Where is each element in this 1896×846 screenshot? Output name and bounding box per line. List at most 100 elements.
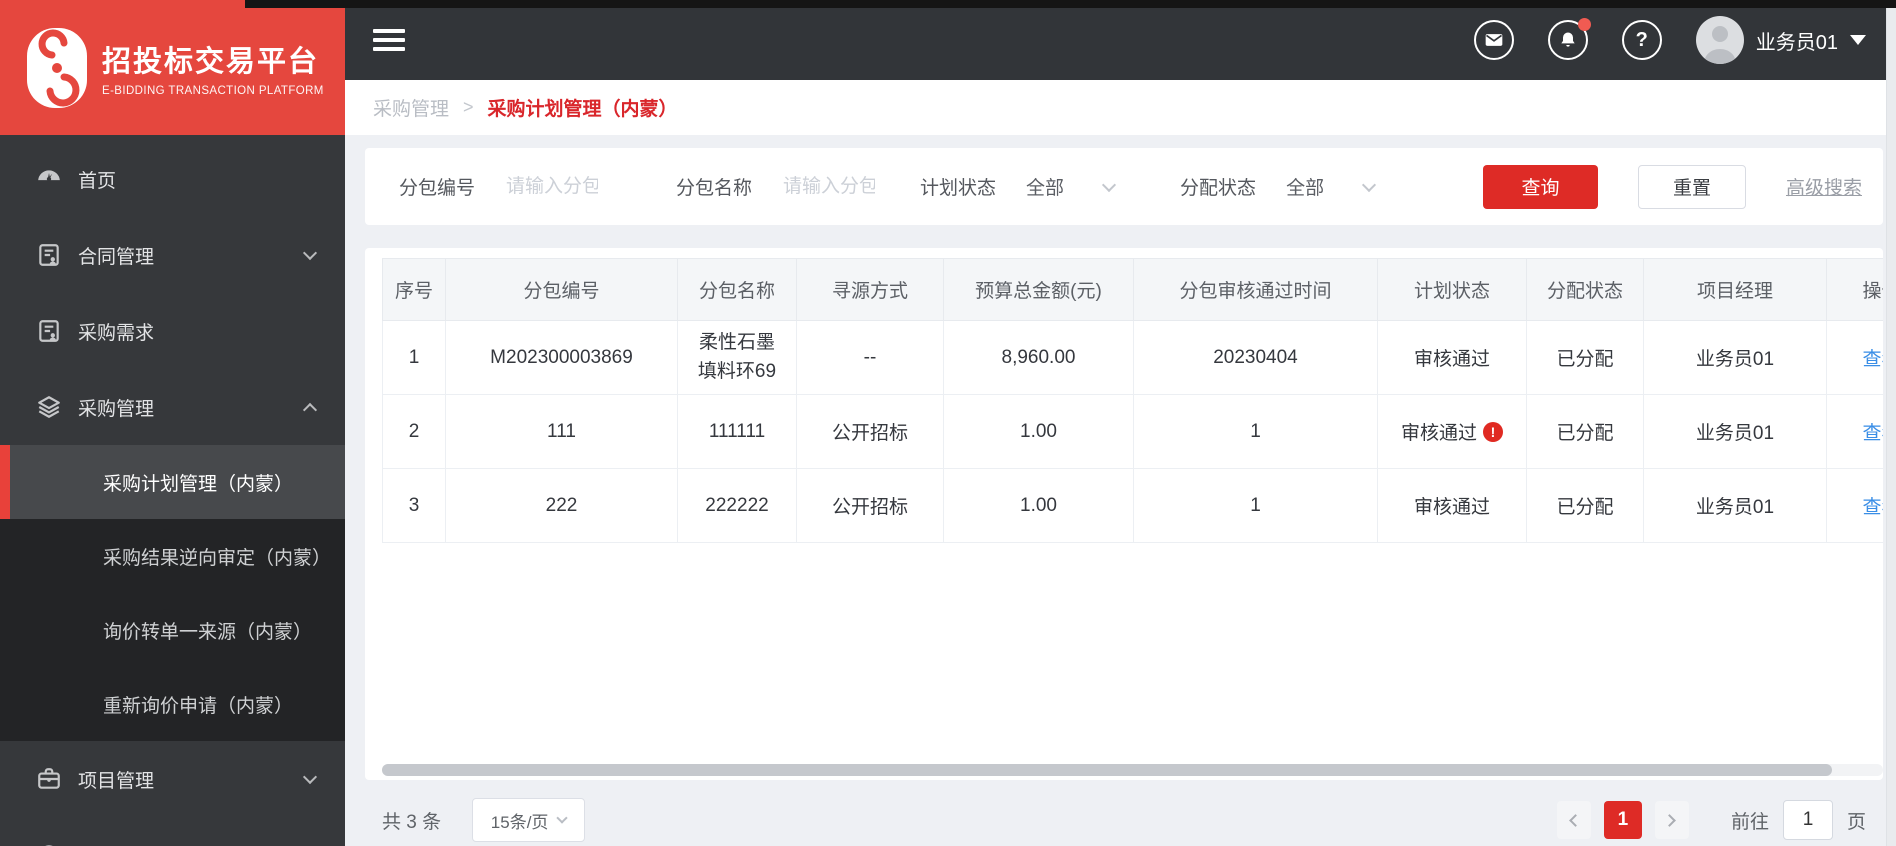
cell-plan-status: 审核通过 ! (1377, 394, 1527, 469)
table-row: 2 111 111111 公开招标 1.00 1 审核通过 ! 已分配 业务员0… (382, 394, 1883, 469)
cell-assign-status: 已分配 (1526, 394, 1644, 469)
cell-project-manager: 业务员01 (1643, 320, 1827, 395)
plan-status-select[interactable]: 全部 (1026, 173, 1144, 200)
contract-icon (39, 244, 59, 266)
view-link[interactable]: 查看 (1862, 423, 1883, 444)
sidebar-item-contracts[interactable]: 合同管理 (0, 217, 345, 293)
col-subpackage-name: 分包名称 (677, 258, 797, 321)
next-page-button[interactable] (1654, 801, 1689, 839)
col-project-manager: 项目经理 (1643, 258, 1827, 321)
search-button[interactable]: 查询 (1482, 164, 1598, 209)
sidebar-item-procurement-demand[interactable]: 采购需求 (0, 293, 345, 369)
table-row: 3 222 222222 公开招标 1.00 1 审核通过 已分配 业务员01 … (382, 468, 1883, 543)
page-1-button[interactable]: 1 (1603, 801, 1642, 839)
plan-status-label: 计划状态 (920, 178, 997, 199)
top-window-edge (245, 0, 1896, 8)
notification-button[interactable] (1547, 18, 1591, 60)
page-size-value: 15条/页 (490, 812, 549, 832)
table-row: 1 M202300003869 柔性石墨 填料环69 -- 8,960.00 2… (382, 320, 1883, 395)
reset-button[interactable]: 重置 (1637, 164, 1746, 209)
cell-review-pass-time: 20230404 (1133, 320, 1378, 395)
sidebar-subitem-inquiry-single-source[interactable]: 询价转单一来源（内蒙） (0, 593, 345, 667)
cell-subpackage-name: 111111 (677, 394, 797, 469)
breadcrumb-separator: > (463, 97, 474, 117)
person-icon (1703, 26, 1736, 64)
sidebar-subitem-re-inquiry[interactable]: 重新询价申请（内蒙） (0, 667, 345, 741)
hamburger-menu-icon[interactable] (373, 29, 405, 51)
col-assign-status: 分配状态 (1526, 258, 1644, 321)
cell-budget-total: 1.00 (943, 394, 1134, 469)
sidebar-item-label: 项目管理 (78, 770, 155, 792)
breadcrumb-parent[interactable]: 采购管理 (373, 94, 449, 121)
cell-subpackage-code: M202300003869 (445, 320, 678, 395)
view-link[interactable]: 查看 (1862, 497, 1883, 518)
cell-index: 2 (382, 394, 446, 469)
horizontal-scrollbar-thumb[interactable] (382, 764, 1832, 776)
chevron-right-icon (1663, 813, 1677, 827)
avatar (1695, 16, 1744, 64)
col-actions: 操作 (1826, 258, 1883, 321)
view-link[interactable]: 查看 (1862, 349, 1883, 370)
user-menu[interactable]: 业务员01 (1695, 16, 1866, 64)
sidebar-item-label: 合同管理 (78, 246, 155, 268)
sidebar-item-partial[interactable] (0, 817, 345, 846)
logo-mark-icon (27, 27, 87, 108)
warning-icon[interactable]: ! (1483, 421, 1503, 442)
chevron-left-icon (1569, 813, 1583, 827)
chevron-up-icon (302, 402, 318, 418)
goto-page-input[interactable] (1782, 800, 1833, 840)
sidebar-item-label: 采购管理 (78, 398, 155, 420)
subpackage-name-label: 分包名称 (676, 178, 753, 199)
envelope-icon (1485, 34, 1503, 46)
sidebar: 招投标交易平台 E-BIDDING TRANSACTION PLATFORM 首… (0, 0, 345, 846)
assign-status-value: 全部 (1286, 178, 1325, 199)
cell-plan-status: 审核通过 (1377, 468, 1527, 543)
bell-icon (1561, 32, 1575, 47)
sidebar-item-project-management[interactable]: 项目管理 (0, 741, 345, 817)
subpackage-code-label: 分包编号 (399, 178, 476, 199)
cell-sourcing-method: 公开招标 (796, 394, 944, 469)
assign-status-select[interactable]: 全部 (1286, 173, 1404, 200)
chevron-down-icon (1101, 177, 1117, 192)
question-icon: ? (1635, 28, 1648, 51)
cell-project-manager: 业务员01 (1643, 394, 1827, 469)
sidebar-item-label: 采购需求 (78, 322, 155, 344)
chevron-down-icon (556, 812, 569, 824)
pagination: 共 3 条 15条/页 1 前往 页 (365, 798, 1883, 842)
advanced-search-link[interactable]: 高级搜索 (1786, 173, 1862, 200)
briefcase-icon (38, 768, 60, 789)
status-text: 审核通过 (1400, 423, 1477, 444)
app-window: 招投标交易平台 E-BIDDING TRANSACTION PLATFORM 首… (0, 0, 1896, 846)
cell-index: 1 (382, 320, 446, 395)
table-header-row: 序号 分包编号 分包名称 寻源方式 预算总金额(元) 分包审核通过时间 计划状态… (382, 258, 1883, 321)
total-count: 共 3 条 (382, 811, 442, 833)
cell-assign-status: 已分配 (1526, 320, 1644, 395)
sidebar-item-procurement-management[interactable]: 采购管理 (0, 369, 345, 445)
procurement-submenu: 采购计划管理（内蒙） 采购结果逆向审定（内蒙） 询价转单一来源（内蒙） 重新询价… (0, 445, 345, 741)
chevron-down-icon (302, 245, 318, 261)
subpackage-code-input[interactable] (506, 175, 599, 198)
topbar: ? 业务员01 (345, 0, 1896, 80)
sidebar-item-home[interactable]: 首页 (0, 141, 345, 217)
subpackage-name-input[interactable] (783, 175, 876, 198)
results-table-card: 序号 分包编号 分包名称 寻源方式 预算总金额(元) 分包审核通过时间 计划状态… (365, 248, 1883, 780)
vertical-scrollbar[interactable] (1886, 0, 1896, 846)
page-size-select[interactable]: 15条/页 (472, 798, 586, 842)
sidebar-subitem-reverse-review[interactable]: 采购结果逆向审定（内蒙） (0, 519, 345, 593)
brand-title: 招投标交易平台 (102, 46, 320, 78)
table-viewport: 序号 分包编号 分包名称 寻源方式 预算总金额(元) 分包审核通过时间 计划状态… (382, 258, 1883, 543)
cell-review-pass-time: 1 (1133, 394, 1378, 469)
dashboard-icon (38, 170, 60, 182)
cell-review-pass-time: 1 (1133, 468, 1378, 543)
col-budget-total: 预算总金额(元) (943, 258, 1134, 321)
prev-page-button[interactable] (1556, 801, 1591, 839)
help-button[interactable]: ? (1621, 20, 1662, 60)
sidebar-subitem-plan-management[interactable]: 采购计划管理（内蒙） (0, 445, 345, 519)
cell-subpackage-name: 222222 (677, 468, 797, 543)
demand-icon (39, 320, 59, 342)
message-button[interactable] (1473, 20, 1514, 60)
notification-badge (1577, 18, 1591, 31)
sidebar-subitem-label: 重新询价申请（内蒙） (103, 695, 294, 717)
caret-down-icon (1850, 35, 1866, 45)
cell-assign-status: 已分配 (1526, 468, 1644, 543)
